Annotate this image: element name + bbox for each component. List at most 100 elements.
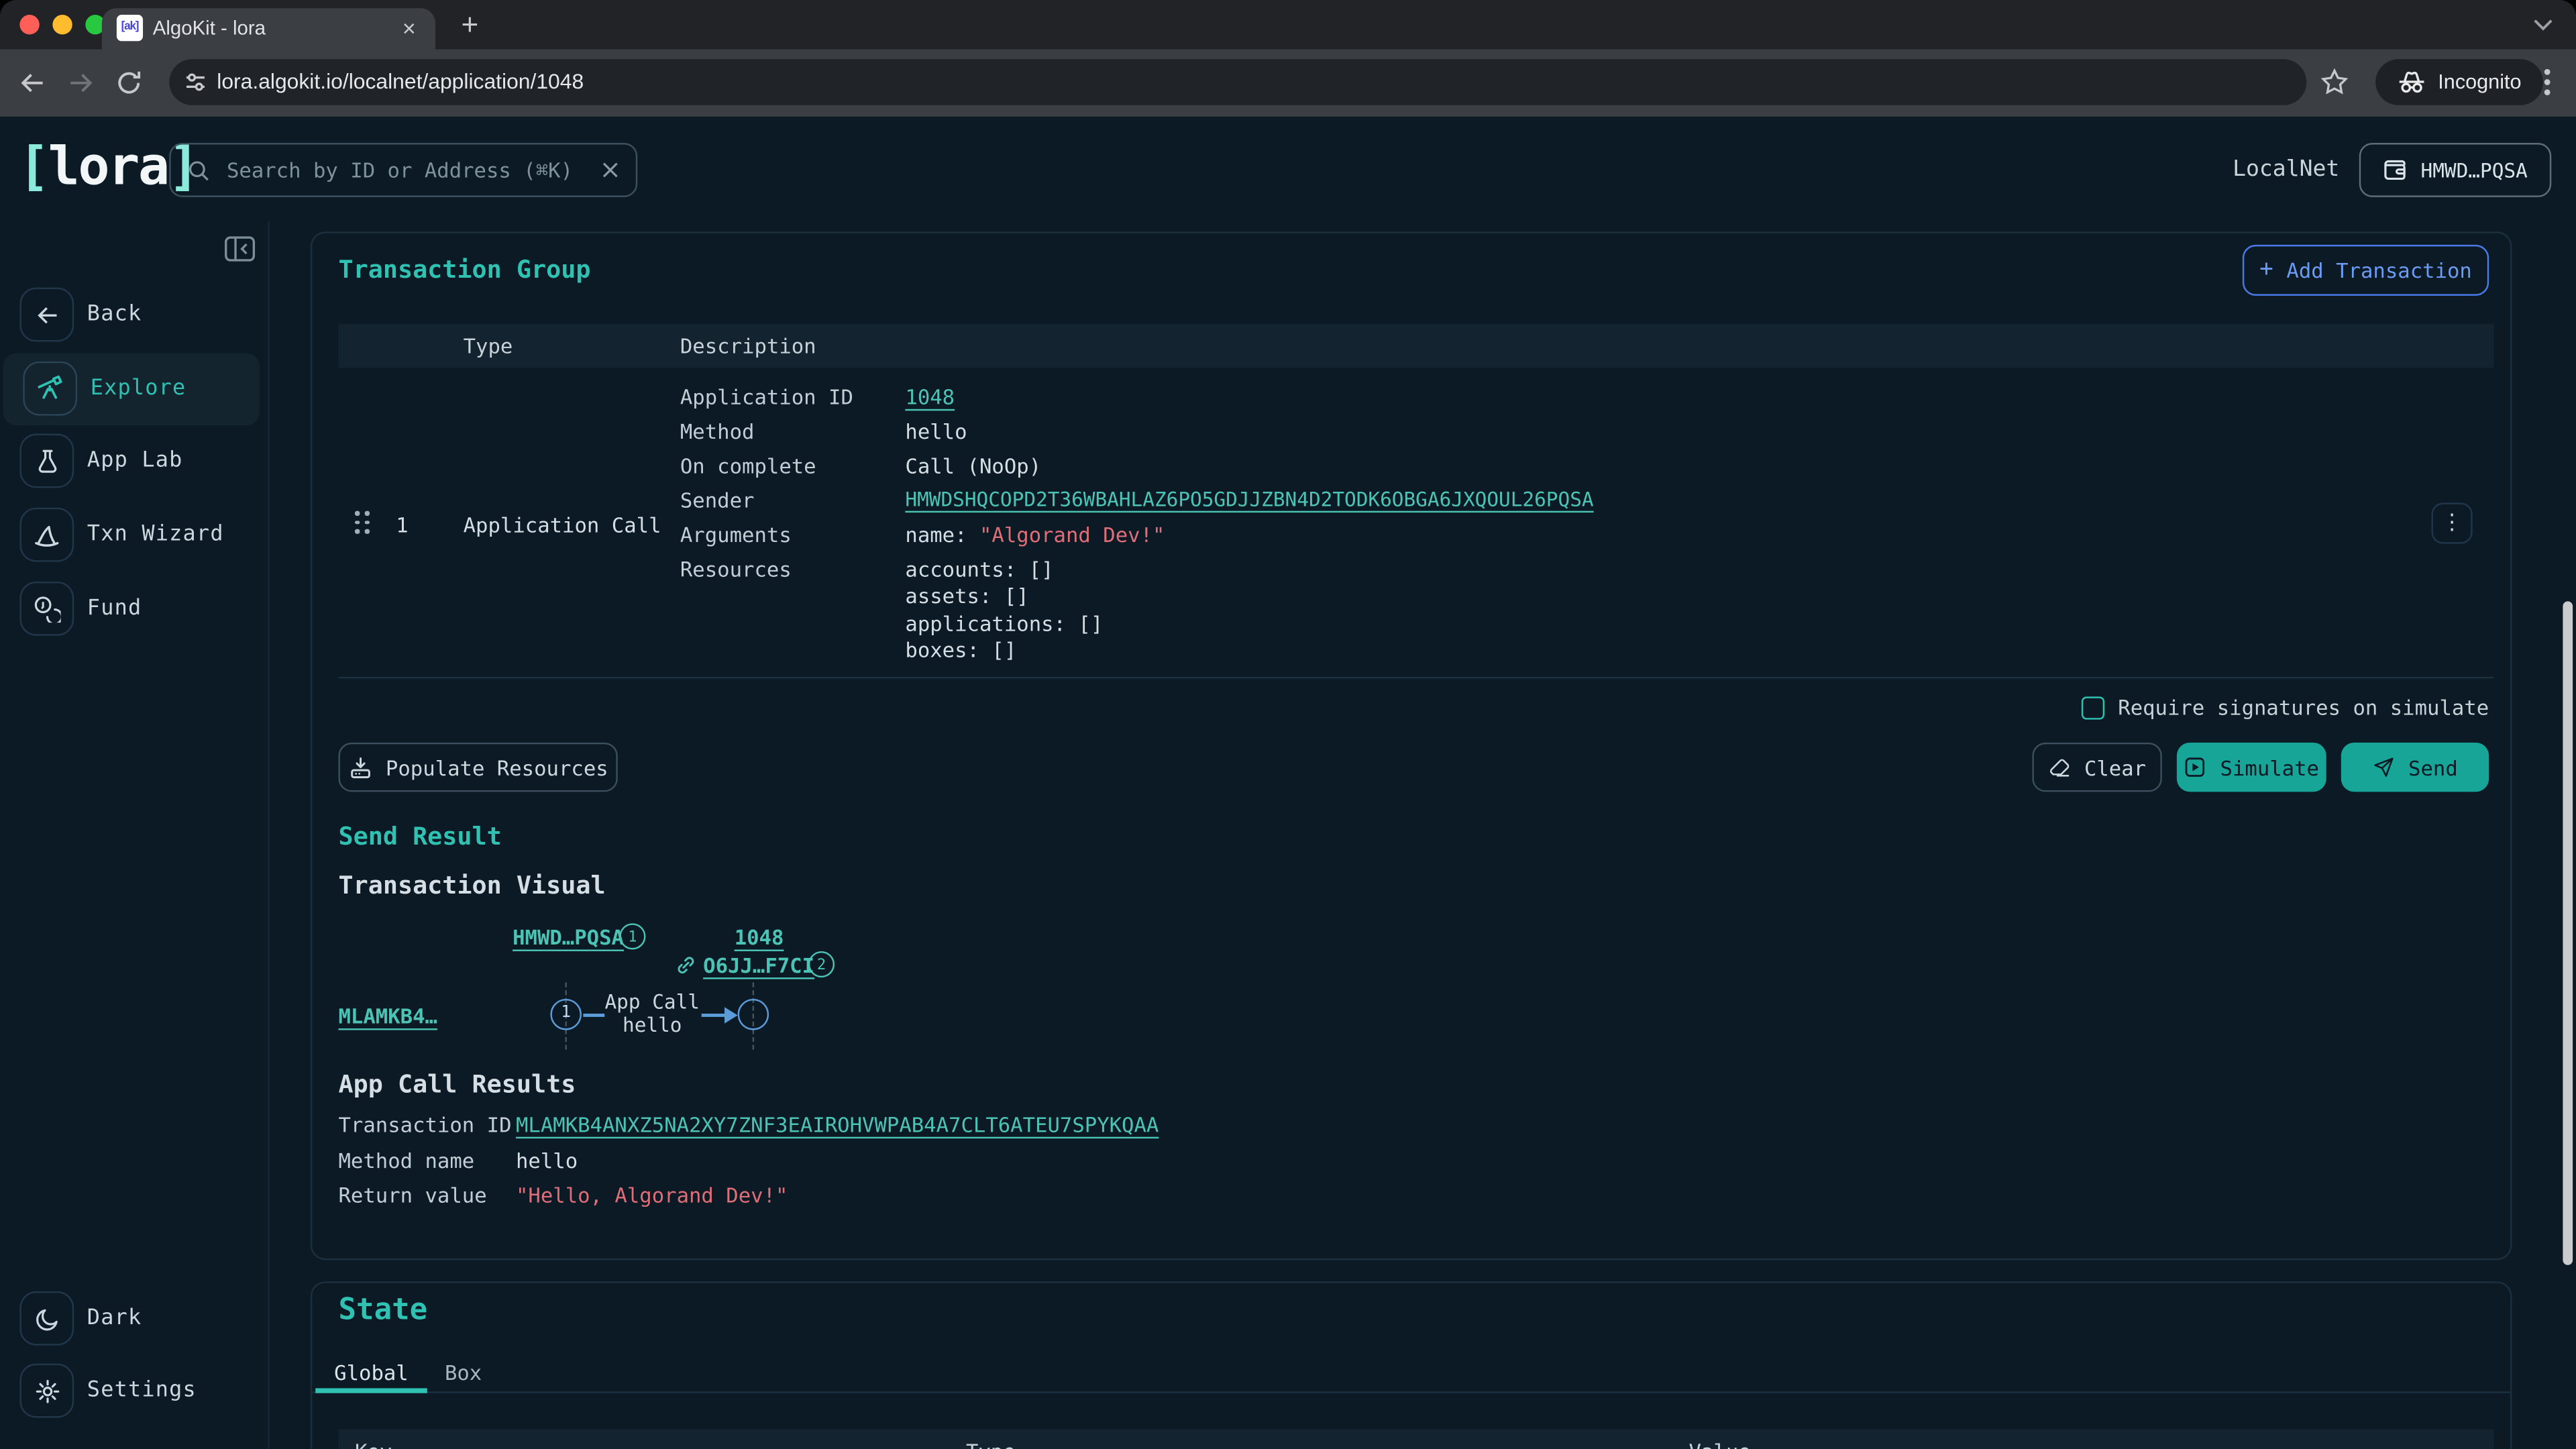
column-value: Value (1689, 1430, 1751, 1449)
browser-tab[interactable]: [ak] AlgoKit - lora × (102, 8, 435, 49)
send-icon (2372, 756, 2395, 779)
simulate-signatures-row: Require signatures on simulate (2082, 695, 2489, 720)
simulate-button[interactable]: Simulate (2177, 743, 2326, 792)
new-tab-button[interactable]: + (449, 3, 492, 46)
argument-value: "Algorand Dev!" (979, 523, 1165, 547)
browser-tab-bar: [ak] AlgoKit - lora × + (0, 0, 2576, 49)
txn-table-row[interactable]: 1 Application Call Application ID 1048 M… (338, 368, 2493, 679)
result-method-name: hello (516, 1148, 578, 1173)
result-label: Transaction ID (338, 1112, 511, 1137)
send-button[interactable]: Send (2341, 743, 2489, 792)
logo-text: lora (48, 135, 168, 197)
browser-menu-icon[interactable] (2543, 67, 2551, 97)
result-label: Method name (338, 1148, 474, 1173)
forward-icon[interactable] (67, 69, 95, 97)
state-title: State (338, 1293, 427, 1327)
visual-app-link[interactable]: 1048 (735, 925, 784, 950)
address-bar[interactable]: lora.algokit.io/localnet/application/104… (169, 59, 2306, 105)
link-icon (676, 955, 697, 976)
back-icon[interactable] (18, 69, 46, 97)
sidebar-collapse-icon[interactable] (223, 235, 256, 263)
row-menu-button[interactable]: ⋮ (2431, 502, 2472, 543)
search-icon (187, 158, 210, 181)
window-close-button[interactable] (19, 15, 39, 34)
resource-accounts: accounts: [] (905, 557, 1053, 582)
tab-close-icon[interactable]: × (392, 11, 425, 44)
tab-title: AlgoKit - lora (153, 8, 266, 49)
visual-group-link[interactable]: O6JJ…F7CI (703, 953, 814, 977)
incognito-badge: Incognito (2375, 59, 2542, 105)
transaction-visual-title: Transaction Visual (338, 871, 605, 900)
column-type: Type (464, 323, 513, 368)
clear-search-icon[interactable] (601, 161, 619, 179)
tab-list-chevron-icon[interactable] (2532, 16, 2555, 32)
kebab-icon: ⋮ (2441, 511, 2463, 536)
bookmark-star-icon[interactable] (2320, 67, 2349, 97)
sidebar-item-dark-mode[interactable]: Dark (0, 1283, 263, 1356)
sidebar-item-label: Dark (87, 1283, 142, 1356)
sidebar-item-explore[interactable]: Explore (3, 354, 260, 426)
search-input[interactable] (223, 156, 588, 184)
txn-actions: Clear Simulate (2032, 743, 2489, 792)
on-complete-value: Call (NoOp) (905, 453, 1041, 478)
network-label[interactable]: LocalNet (2233, 117, 2339, 222)
visual-txn-link[interactable]: MLAMKB4… (338, 1004, 437, 1028)
wallet-icon (2383, 158, 2409, 182)
resource-applications: applications: [] (905, 611, 1103, 636)
populate-resources-label: Populate Resources (386, 755, 608, 780)
sidebar-item-label: Back (87, 279, 142, 352)
tab-global[interactable]: Global (315, 1355, 427, 1391)
sidebar-item-label: Settings (87, 1355, 197, 1428)
page-scrollbar[interactable] (2563, 601, 2573, 1265)
flask-icon (34, 447, 60, 474)
window-minimize-button[interactable] (52, 15, 72, 34)
sidebar-item-txn-wizard[interactable]: Txn Wizard (0, 499, 263, 572)
column-key: Key (355, 1430, 392, 1449)
add-transaction-button[interactable]: + Add Transaction (2243, 245, 2489, 296)
sidebar-item-label: Fund (87, 574, 142, 646)
site-info-tune-icon[interactable] (184, 70, 207, 93)
column-description: Description (680, 323, 816, 368)
edge-label-method: hello (586, 1014, 718, 1036)
argument-name: name: (905, 523, 979, 547)
populate-resources-button[interactable]: Populate Resources (338, 743, 617, 792)
visual-to-node (738, 999, 769, 1030)
drag-handle[interactable] (355, 511, 370, 533)
url-text[interactable]: lora.algokit.io/localnet/application/104… (217, 59, 584, 105)
global-search[interactable] (169, 143, 637, 197)
sidebar-item-back[interactable]: Back (0, 279, 263, 352)
edge-label-type: App Call (586, 991, 718, 1014)
back-arrow-icon (34, 301, 60, 327)
method-value: hello (905, 419, 967, 443)
sidebar: Back Explore App Lab (0, 222, 270, 1449)
main-content: Transaction Group + Add Transaction Type… (270, 222, 2576, 1449)
moon-icon (34, 1305, 60, 1332)
row-index: 1 (396, 513, 408, 537)
sidebar-item-fund[interactable]: Fund (0, 574, 263, 646)
result-txn-id-link[interactable]: MLAMKB4ANXZ5NA2XY7ZNF3EAIROHVWPAB4A7CLT6… (516, 1112, 1159, 1137)
visual-sender-link[interactable]: HMWD…PQSA (513, 925, 624, 950)
wallet-button[interactable]: HMWD…PQSA (2359, 143, 2552, 197)
tab-box[interactable]: Box (427, 1355, 500, 1391)
telescope-icon (36, 374, 64, 402)
sidebar-item-label: Explore (91, 354, 186, 426)
require-signatures-checkbox[interactable] (2082, 696, 2104, 718)
require-signatures-label: Require signatures on simulate (2118, 695, 2489, 720)
gear-icon (34, 1377, 60, 1403)
algokit-favicon-icon: [ak] (117, 15, 143, 41)
sidebar-item-label: App Lab (87, 425, 183, 498)
active-tab-underline (315, 1388, 427, 1392)
field-label: Resources (680, 557, 792, 582)
logo-bracket: [ (18, 135, 48, 197)
play-icon (2184, 756, 2207, 779)
reload-icon[interactable] (115, 69, 143, 97)
state-table-header: Key Type Value (338, 1430, 2493, 1449)
transaction-group-card: Transaction Group + Add Transaction Type… (311, 231, 2512, 1260)
sidebar-item-settings[interactable]: Settings (0, 1355, 263, 1428)
coins-icon (33, 595, 61, 623)
application-id-link[interactable]: 1048 (905, 384, 955, 409)
sender-address-link[interactable]: HMWDSHQCOPD2T36WBAHLAZ6PO5GDJJZBN4D2TODK… (905, 488, 1593, 513)
clear-button[interactable]: Clear (2032, 743, 2161, 792)
visual-edge-label[interactable]: App Call hello (586, 991, 718, 1037)
sidebar-item-app-lab[interactable]: App Lab (0, 425, 263, 498)
